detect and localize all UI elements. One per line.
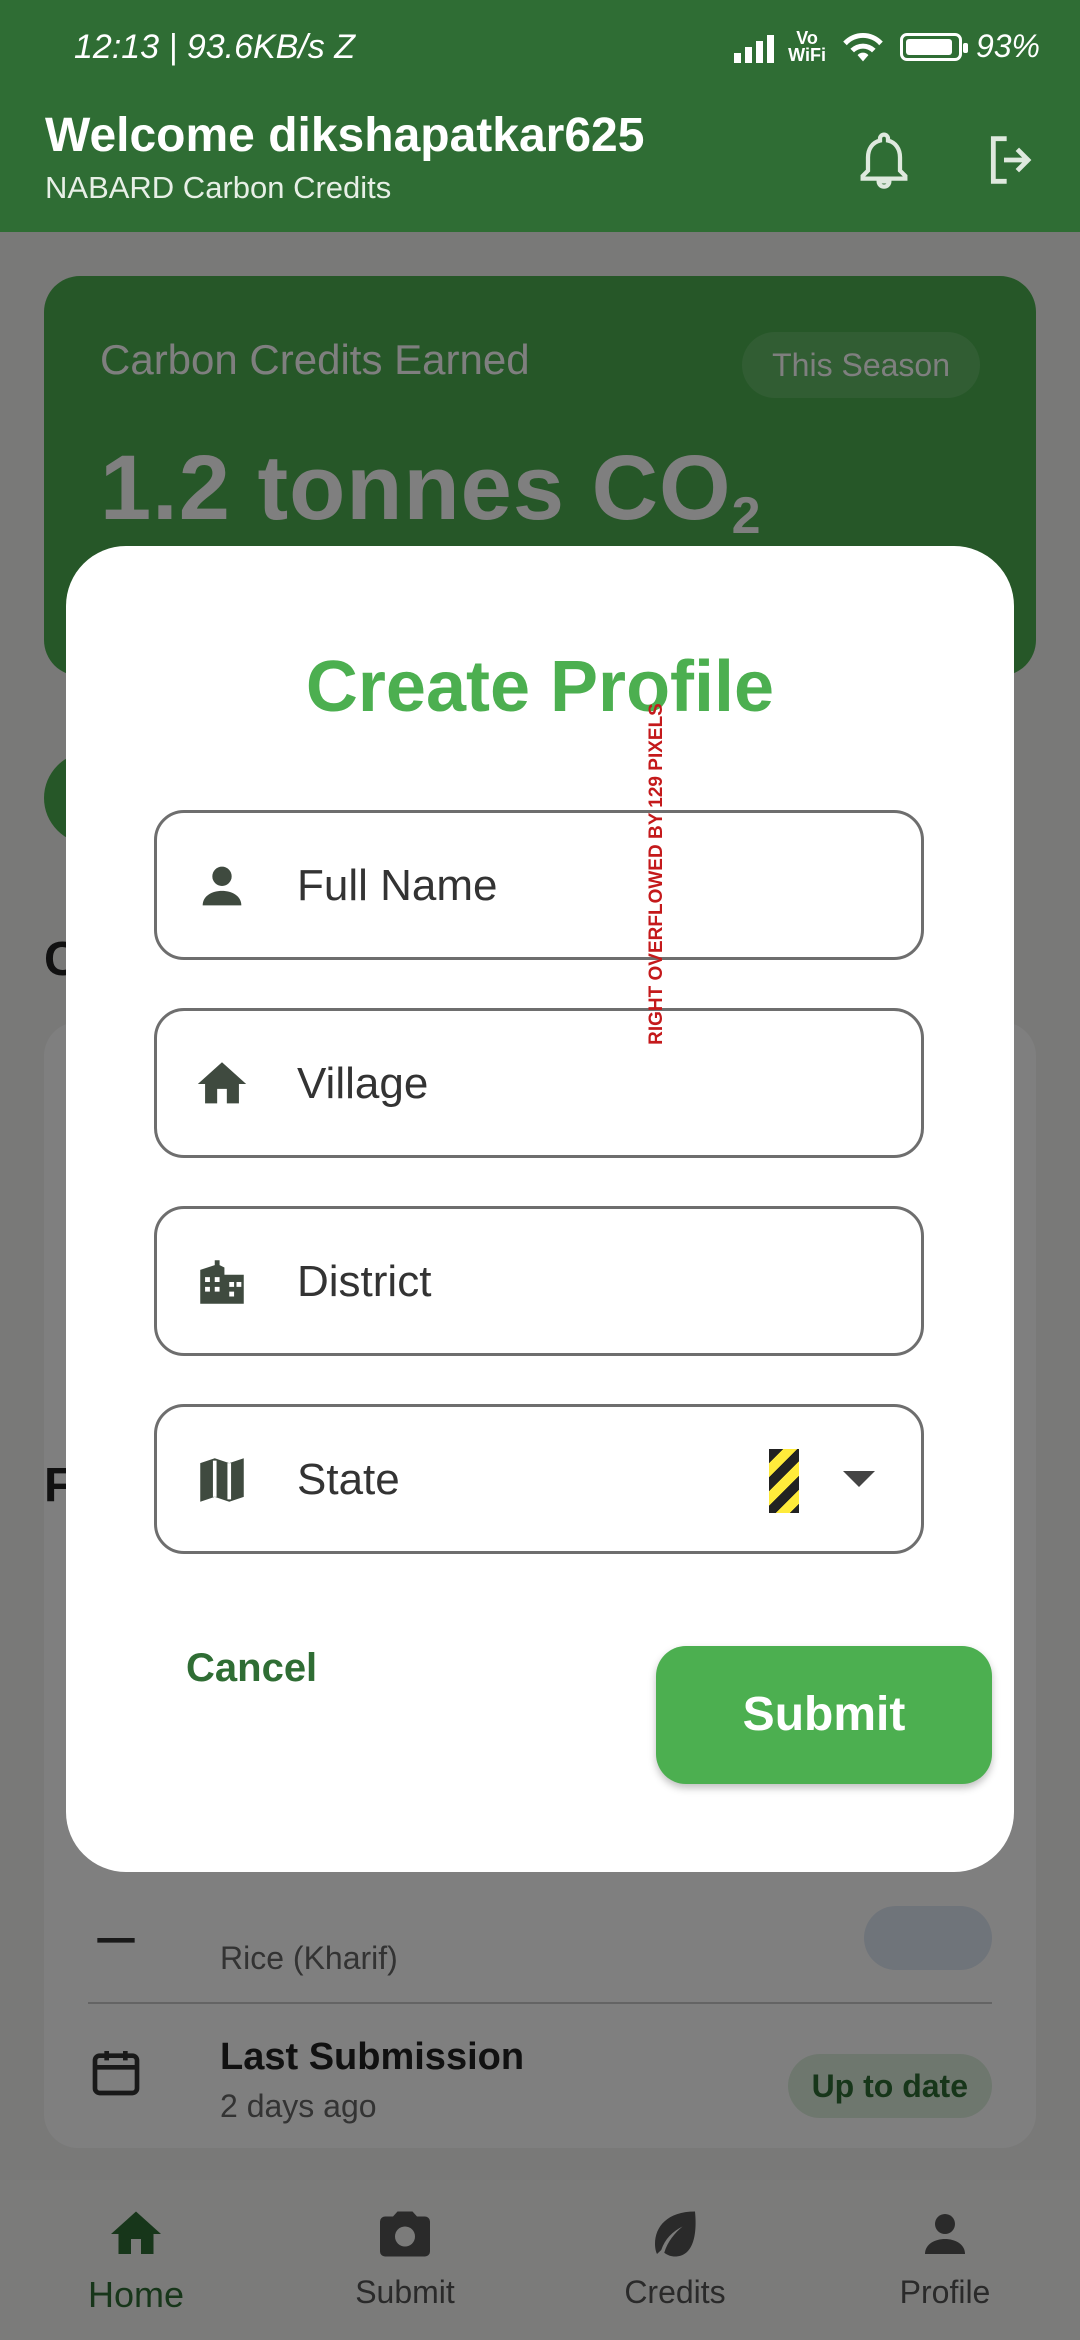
state-label: State [297,1455,400,1504]
overflow-stripe [769,1449,799,1513]
building-icon [200,1260,244,1304]
vowifi-icon: Vo WiFi [788,27,826,65]
home-icon [197,1062,247,1104]
network-speed: 93.6KB/s [186,28,325,66]
submit-button[interactable]: Submit [656,1646,992,1784]
chevron-down-icon[interactable] [843,1471,875,1487]
full-name-input[interactable] [297,853,857,919]
battery-level [905,38,953,55]
district-input[interactable] [297,1249,857,1315]
map-icon [200,1458,244,1502]
person-icon [202,866,242,906]
logout-icon[interactable] [980,128,1044,192]
clock: 12:13 [74,28,160,66]
signal-icon [734,31,775,63]
village-input[interactable] [297,1051,857,1117]
app-bar: Welcome dikshapatkar625 NABARD Carbon Cr… [0,100,1080,232]
wifi-icon [843,32,883,61]
status-time: 12:13 | 93.6KB/s Z [74,28,356,66]
carrier-extra: Z [334,28,356,66]
status-indicators: Vo WiFi 93% [734,28,1040,65]
overflow-warning: RIGHT OVERFLOWED BY 129 PIXELS [646,703,667,1045]
status-bar: 12:13 | 93.6KB/s Z Vo WiFi 93% [0,0,1080,100]
bell-icon[interactable] [852,128,916,192]
cancel-button[interactable]: Cancel [186,1646,317,1691]
welcome-title: Welcome dikshapatkar625 [45,109,645,162]
district-field[interactable] [154,1206,924,1356]
app-subtitle: NABARD Carbon Credits [45,170,392,205]
battery-icon [899,32,968,61]
state-dropdown[interactable]: State [154,1404,924,1554]
full-name-field[interactable] [154,810,924,960]
village-field[interactable] [154,1008,924,1158]
create-profile-dialog: Create Profile State RIGHT OVERFLOWED BY… [66,546,1014,1872]
battery-percent: 93% [975,28,1040,64]
dialog-title: Create Profile [305,647,775,727]
